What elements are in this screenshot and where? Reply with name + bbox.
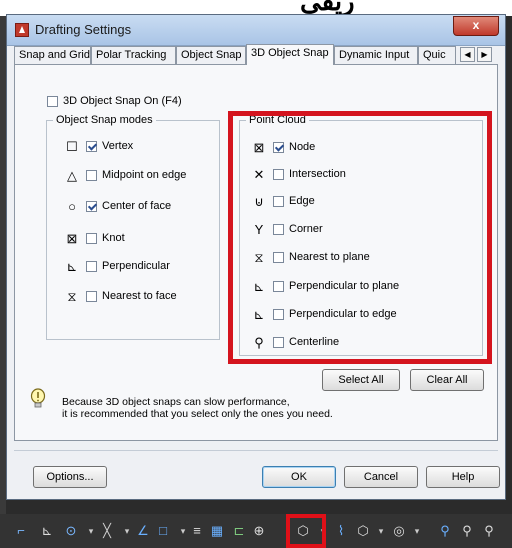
status-bar: ⌐ ⊾ ⊙ ▾ ╳ ▾ ∠ □ ▾ ≡ ▦ ⊏ ⊕ ⬡ ▾ ⌇ ⬡ ▾ ◎ ▾ …: [0, 514, 512, 548]
dynamic-ucs-icon[interactable]: ⌇: [334, 524, 348, 538]
tab-strip: Snap and Grid Polar Tracking Object Snap…: [14, 44, 498, 65]
performance-hint: Because 3D object snaps can slow perform…: [62, 396, 333, 420]
isodraft-icon[interactable]: ╳: [100, 524, 114, 538]
annotation-visibility-icon[interactable]: ⚲: [460, 524, 474, 538]
gizmo-icon[interactable]: ⬡: [356, 524, 370, 538]
lineweight-icon[interactable]: ≡: [190, 524, 204, 538]
hourglass-icon: ⧖: [67, 289, 77, 304]
object-snap-tracking-icon[interactable]: ∠: [136, 524, 150, 538]
tab-scroll-left-icon[interactable]: ◀: [460, 47, 475, 62]
point-cloud-highlight-box: [228, 111, 492, 364]
osnap-vertex[interactable]: ☐ Vertex: [64, 139, 214, 155]
snap-on-checkbox[interactable]: [47, 96, 58, 107]
polar-icon[interactable]: ⊙: [64, 524, 78, 538]
tab-scroll-right-icon[interactable]: ▶: [477, 47, 492, 62]
osnap-knot[interactable]: ⊠ Knot: [64, 231, 214, 247]
osnap-dropdown-icon[interactable]: ▾: [176, 524, 190, 538]
nearest-to-face-label: Nearest to face: [102, 290, 177, 302]
polar-dropdown-icon[interactable]: ▾: [84, 524, 98, 538]
knot-label: Knot: [102, 232, 125, 244]
close-button[interactable]: x: [453, 16, 499, 36]
auto-scale-icon[interactable]: ⚲: [482, 524, 496, 538]
annotation-scale-icon[interactable]: ⚲: [438, 524, 452, 538]
gizmo-dropdown-icon[interactable]: ▾: [374, 524, 388, 538]
object-snap-icon[interactable]: □: [156, 524, 170, 538]
tab-snap-and-grid[interactable]: Snap and Grid: [14, 46, 91, 64]
hint-line-1: Because 3D object snaps can slow perform…: [62, 396, 290, 408]
3d-osnap-highlight-box: [286, 514, 326, 548]
options-button[interactable]: Options...: [33, 466, 107, 488]
isodraft-dropdown-icon[interactable]: ▾: [120, 524, 134, 538]
annotation-monitor-icon[interactable]: ◎: [392, 524, 406, 538]
selection-cycling-icon[interactable]: ⊏: [232, 524, 246, 538]
tab-object-snap[interactable]: Object Snap: [176, 46, 246, 64]
footer-divider: [14, 450, 498, 451]
center-of-face-label: Center of face: [102, 200, 172, 212]
nearest-to-face-checkbox[interactable]: [86, 291, 97, 302]
monitor-dropdown-icon[interactable]: ▾: [410, 524, 424, 538]
tab-3d-object-snap[interactable]: 3D Object Snap: [246, 44, 334, 65]
osnap-nearest-to-face[interactable]: ⧖ Nearest to face: [64, 289, 214, 305]
annotation-icon[interactable]: ⊕: [252, 524, 266, 538]
ok-button[interactable]: OK: [262, 466, 336, 488]
knot-checkbox[interactable]: [86, 233, 97, 244]
title-bar[interactable]: Drafting Settings x: [7, 15, 505, 46]
center-of-face-checkbox[interactable]: [86, 201, 97, 212]
vertex-checkbox[interactable]: [86, 141, 97, 152]
select-all-button[interactable]: Select All: [322, 369, 400, 391]
midpoint-on-edge-checkbox[interactable]: [86, 170, 97, 181]
ortho-icon[interactable]: ⊾: [40, 524, 54, 538]
triangle-icon: △: [67, 168, 77, 183]
tab-polar-tracking[interactable]: Polar Tracking: [91, 46, 176, 64]
ucs-icon[interactable]: ⌐: [14, 524, 28, 538]
osnap-perpendicular[interactable]: ⊾ Perpendicular: [64, 259, 214, 275]
snap-on-label: 3D Object Snap On (F4): [63, 95, 182, 107]
osnap-midpoint-on-edge[interactable]: △ Midpoint on edge: [64, 168, 214, 184]
snap-on-toggle[interactable]: 3D Object Snap On (F4): [47, 94, 217, 110]
knot-icon: ⊠: [66, 231, 78, 246]
object-snap-modes-title: Object Snap modes: [53, 114, 156, 126]
midpoint-on-edge-label: Midpoint on edge: [102, 169, 187, 181]
tab-quick-properties[interactable]: Quic: [418, 46, 456, 64]
vertex-label: Vertex: [102, 140, 134, 152]
lightbulb-icon: [30, 388, 46, 408]
window-title: Drafting Settings: [35, 22, 132, 37]
circle-icon: ○: [68, 199, 76, 214]
transparency-icon[interactable]: ▦: [210, 524, 224, 538]
cancel-button[interactable]: Cancel: [344, 466, 418, 488]
square-icon: ☐: [66, 139, 78, 154]
perpendicular-checkbox[interactable]: [86, 261, 97, 272]
autocad-app-icon: [15, 23, 29, 37]
hint-line-2: it is recommended that you select only t…: [62, 408, 333, 420]
perpendicular-icon: ⊾: [66, 259, 78, 274]
perpendicular-label: Perpendicular: [102, 260, 170, 272]
tab-dynamic-input[interactable]: Dynamic Input: [334, 46, 418, 64]
help-button[interactable]: Help: [426, 466, 500, 488]
clear-all-button[interactable]: Clear All: [410, 369, 484, 391]
osnap-center-of-face[interactable]: ○ Center of face: [64, 199, 214, 215]
